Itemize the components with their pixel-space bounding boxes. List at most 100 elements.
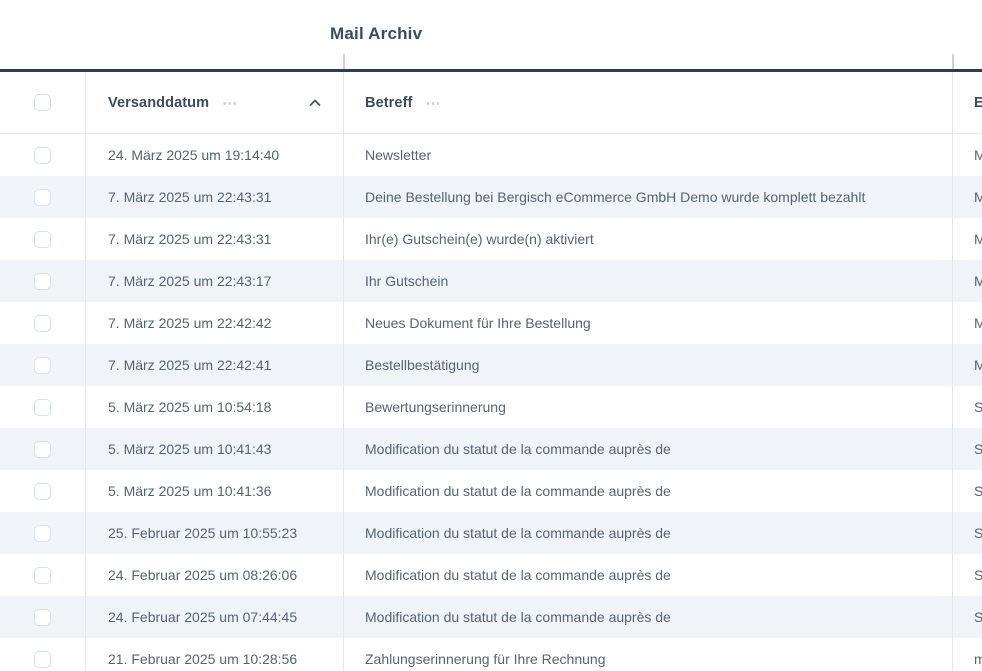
select-all-checkbox[interactable]	[34, 94, 51, 111]
row-select-cell	[0, 176, 86, 218]
versanddatum-value: 24. März 2025 um 19:14:40	[108, 147, 279, 163]
betreff-value: Neues Dokument für Ihre Bestellung	[365, 315, 591, 331]
betreff-value: Deine Bestellung bei Bergisch eCommerce …	[365, 189, 865, 205]
betreff-value: Modification du statut de la commande au…	[365, 441, 671, 457]
row-checkbox[interactable]	[34, 231, 51, 248]
cell-empfaenger: S	[953, 554, 982, 596]
empfaenger-value: M	[974, 231, 982, 247]
versanddatum-value: 7. März 2025 um 22:42:41	[108, 357, 271, 373]
table-row[interactable]: 24. Februar 2025 um 08:26:06 Modificatio…	[0, 554, 982, 596]
versanddatum-value: 24. Februar 2025 um 08:26:06	[108, 567, 297, 583]
row-checkbox[interactable]	[34, 651, 51, 668]
betreff-value: Modification du statut de la commande au…	[365, 525, 671, 541]
empfaenger-value: M	[974, 273, 982, 289]
cell-versanddatum: 24. Februar 2025 um 08:26:06	[86, 554, 344, 596]
cell-empfaenger: M	[953, 260, 982, 302]
table-row[interactable]: 25. Februar 2025 um 10:55:23 Modificatio…	[0, 512, 982, 554]
cell-empfaenger: S	[953, 386, 982, 428]
versanddatum-value: 24. Februar 2025 um 07:44:45	[108, 609, 297, 625]
betreff-value: Modification du statut de la commande au…	[365, 609, 671, 625]
row-checkbox[interactable]	[34, 399, 51, 416]
cell-betreff: Modification du statut de la commande au…	[344, 470, 953, 512]
table-row[interactable]: 5. März 2025 um 10:41:36 Modification du…	[0, 470, 982, 512]
versanddatum-value: 5. März 2025 um 10:41:43	[108, 441, 271, 457]
cell-empfaenger: S	[953, 470, 982, 512]
column-menu-icon[interactable]: ⋯	[425, 96, 441, 111]
versanddatum-value: 25. Februar 2025 um 10:55:23	[108, 525, 297, 541]
empfaenger-value: M	[974, 315, 982, 331]
cell-empfaenger: S	[953, 596, 982, 638]
column-header-betreff[interactable]: Betreff ⋯	[344, 72, 953, 133]
cell-betreff: Ihr(e) Gutschein(e) wurde(n) aktiviert	[344, 218, 953, 260]
row-select-cell	[0, 512, 86, 554]
page-header: Mail Archiv	[0, 0, 982, 72]
cell-betreff: Neues Dokument für Ihre Bestellung	[344, 302, 953, 344]
row-checkbox[interactable]	[34, 483, 51, 500]
cell-betreff: Modification du statut de la commande au…	[344, 596, 953, 638]
table-row[interactable]: 24. Februar 2025 um 07:44:45 Modificatio…	[0, 596, 982, 638]
betreff-value: Ihr Gutschein	[365, 273, 448, 289]
sort-ascending-icon	[309, 99, 321, 107]
cell-empfaenger: S	[953, 512, 982, 554]
cell-betreff: Deine Bestellung bei Bergisch eCommerce …	[344, 176, 953, 218]
table-row[interactable]: 5. März 2025 um 10:41:43 Modification du…	[0, 428, 982, 470]
table-row[interactable]: 21. Februar 2025 um 10:28:56 Zahlungseri…	[0, 638, 982, 671]
column-label: Betreff	[365, 95, 412, 111]
row-select-cell	[0, 260, 86, 302]
versanddatum-value: 5. März 2025 um 10:41:36	[108, 483, 271, 499]
row-checkbox[interactable]	[34, 525, 51, 542]
cell-betreff: Ihr Gutschein	[344, 260, 953, 302]
column-label: E	[974, 95, 982, 111]
cell-versanddatum: 7. März 2025 um 22:43:17	[86, 260, 344, 302]
table-row[interactable]: 7. März 2025 um 22:42:41 Bestellbestätig…	[0, 344, 982, 386]
mail-table: Versanddatum ⋯ Betreff ⋯ E 24. Mä	[0, 72, 982, 671]
row-select-cell	[0, 218, 86, 260]
betreff-value: Ihr(e) Gutschein(e) wurde(n) aktiviert	[365, 231, 594, 247]
empfaenger-value: M	[974, 147, 982, 163]
row-checkbox[interactable]	[34, 147, 51, 164]
table-row[interactable]: 7. März 2025 um 22:43:31 Deine Bestellun…	[0, 176, 982, 218]
row-checkbox[interactable]	[34, 441, 51, 458]
row-checkbox[interactable]	[34, 273, 51, 290]
row-checkbox[interactable]	[34, 315, 51, 332]
row-checkbox[interactable]	[34, 609, 51, 626]
cell-versanddatum: 7. März 2025 um 22:43:31	[86, 176, 344, 218]
cell-betreff: Modification du statut de la commande au…	[344, 512, 953, 554]
versanddatum-value: 7. März 2025 um 22:43:17	[108, 273, 271, 289]
row-select-cell	[0, 554, 86, 596]
row-checkbox[interactable]	[34, 189, 51, 206]
row-checkbox[interactable]	[34, 357, 51, 374]
cell-versanddatum: 25. Februar 2025 um 10:55:23	[86, 512, 344, 554]
cell-empfaenger: m	[953, 638, 982, 671]
column-menu-icon[interactable]: ⋯	[222, 96, 238, 111]
empfaenger-value: S	[974, 567, 982, 583]
column-header-versanddatum[interactable]: Versanddatum ⋯	[86, 72, 344, 133]
table-row[interactable]: 7. März 2025 um 22:43:17 Ihr Gutschein M	[0, 260, 982, 302]
cell-versanddatum: 7. März 2025 um 22:42:41	[86, 344, 344, 386]
column-resize-handle[interactable]	[343, 54, 345, 69]
table-row[interactable]: 24. März 2025 um 19:14:40 Newsletter M	[0, 134, 982, 176]
empfaenger-value: S	[974, 483, 982, 499]
cell-versanddatum: 7. März 2025 um 22:43:31	[86, 218, 344, 260]
table-row[interactable]: 7. März 2025 um 22:43:31 Ihr(e) Gutschei…	[0, 218, 982, 260]
page-title: Mail Archiv	[330, 24, 422, 44]
row-checkbox[interactable]	[34, 567, 51, 584]
column-resize-handle[interactable]	[952, 54, 954, 69]
betreff-value: Bestellbestätigung	[365, 357, 479, 373]
column-header-empfaenger[interactable]: E	[953, 72, 982, 133]
row-select-cell	[0, 344, 86, 386]
empfaenger-value: M	[974, 357, 982, 373]
betreff-value: Zahlungserinnerung für Ihre Rechnung	[365, 651, 606, 667]
cell-empfaenger: M	[953, 176, 982, 218]
table-row[interactable]: 5. März 2025 um 10:54:18 Bewertungserinn…	[0, 386, 982, 428]
empfaenger-value: S	[974, 609, 982, 625]
cell-empfaenger: M	[953, 302, 982, 344]
versanddatum-value: 7. März 2025 um 22:43:31	[108, 231, 271, 247]
empfaenger-value: m	[974, 651, 982, 667]
row-select-cell	[0, 386, 86, 428]
select-all-cell	[0, 72, 86, 133]
table-row[interactable]: 7. März 2025 um 22:42:42 Neues Dokument …	[0, 302, 982, 344]
cell-versanddatum: 5. März 2025 um 10:41:36	[86, 470, 344, 512]
row-select-cell	[0, 428, 86, 470]
cell-betreff: Newsletter	[344, 134, 953, 176]
